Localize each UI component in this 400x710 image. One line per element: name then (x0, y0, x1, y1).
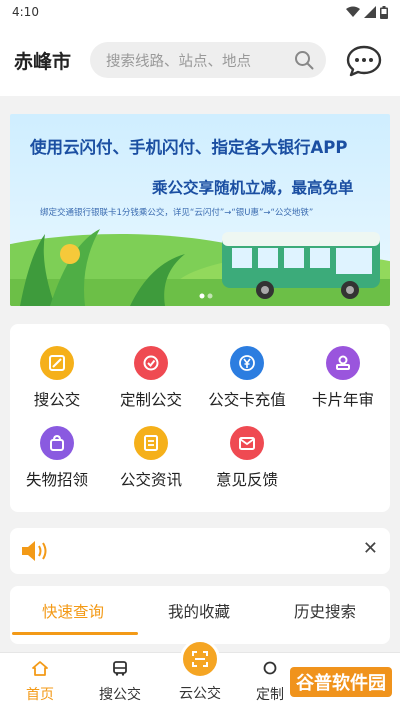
query-tabs: 快速查询 我的收藏 历史搜索 (10, 586, 390, 644)
custom-icon (263, 661, 277, 675)
status-bar: 4:10 (0, 0, 400, 24)
banner-headline: 使用云闪付、手机闪付、指定各大银行APP (30, 138, 348, 157)
promo-banner[interactable]: 使用云闪付、手机闪付、指定各大银行APP 乘公交享随机立减，最高免单 绑定交通银… (10, 114, 390, 306)
bus-search-icon (40, 346, 74, 380)
search-input[interactable]: 搜索线路、站点、地点 (90, 42, 326, 78)
notice-bar: ✕ (10, 528, 390, 574)
menu-label: 定制公交 (119, 391, 182, 409)
nav-label: 云公交 (179, 686, 221, 702)
menu-item-search-bus[interactable]: 搜公交 (12, 346, 102, 410)
bottom-nav: 首页 搜公交 云公交 定制 谷普软件园 (0, 639, 400, 710)
menu-label: 公交资讯 (119, 471, 182, 489)
feedback-icon (230, 426, 264, 460)
status-icons (346, 5, 388, 19)
nav-cloud-bus[interactable]: 云公交 (170, 683, 230, 703)
scan-button[interactable] (180, 639, 220, 679)
search-placeholder: 搜索线路、站点、地点 (106, 53, 251, 70)
bus-icon (113, 661, 127, 676)
banner-note: 绑定交通银行银联卡1分钱乘公交，详见“云闪付”→“银U惠”→“公交地铁” (40, 208, 314, 218)
menu-label: 公交卡充值 (208, 391, 286, 409)
stamp-icon (326, 346, 360, 380)
news-icon (134, 426, 168, 460)
menu-item-annual-review[interactable]: 卡片年审 (298, 346, 388, 410)
nav-search-bus[interactable]: 搜公交 (90, 661, 150, 704)
battery-icon (380, 5, 388, 19)
menu-item-lost-found[interactable]: 失物招领 (12, 426, 102, 490)
menu-item-card-recharge[interactable]: 公交卡充值 (202, 346, 292, 410)
nav-label: 首页 (26, 687, 54, 703)
feature-grid: 搜公交 定制公交 公交卡充值 卡片年审 失物招领 公交资讯 意见反馈 (10, 324, 390, 512)
message-icon[interactable] (346, 44, 382, 78)
tab-quick-query[interactable]: 快速查询 (42, 600, 104, 622)
custom-bus-icon (134, 346, 168, 380)
speaker-icon (22, 541, 47, 561)
yuan-icon (230, 346, 264, 380)
menu-label: 意见反馈 (215, 471, 278, 489)
bag-icon (40, 426, 74, 460)
tab-history[interactable]: 历史搜索 (294, 600, 356, 622)
search-icon (295, 51, 314, 70)
banner-subheadline: 乘公交享随机立减，最高免单 (152, 179, 354, 197)
close-icon[interactable]: ✕ (363, 538, 378, 559)
home-icon (32, 661, 48, 676)
scan-icon (192, 651, 208, 667)
tab-favorites[interactable]: 我的收藏 (168, 600, 230, 622)
watermark-logo: 谷普软件园 (290, 667, 392, 697)
menu-label: 卡片年审 (311, 391, 374, 409)
menu-label: 搜公交 (33, 391, 81, 409)
top-header: 赤峰市 搜索线路、站点、地点 (0, 24, 400, 96)
menu-label: 失物招领 (25, 471, 88, 489)
nav-home[interactable]: 首页 (10, 661, 70, 704)
menu-item-custom-bus[interactable]: 定制公交 (106, 346, 196, 410)
menu-item-feedback[interactable]: 意见反馈 (202, 426, 292, 490)
city-selector[interactable]: 赤峰市 (14, 47, 84, 74)
nav-label: 搜公交 (99, 687, 141, 703)
wifi-icon (346, 6, 360, 17)
menu-item-bus-news[interactable]: 公交资讯 (106, 426, 196, 490)
signal-icon (364, 6, 376, 18)
active-tab-indicator (12, 632, 138, 635)
status-time: 4:10 (12, 5, 39, 19)
